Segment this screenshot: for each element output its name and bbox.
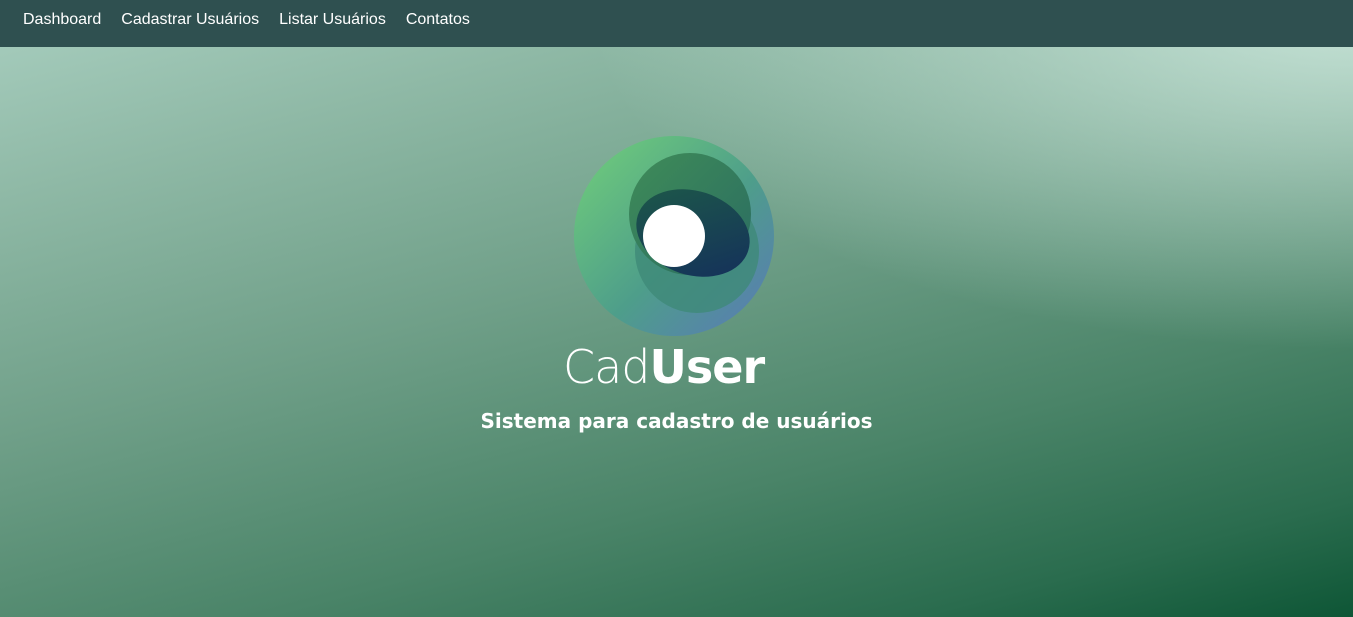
caduser-logo-icon bbox=[574, 136, 774, 336]
nav-link-cadastrar-usuarios[interactable]: Cadastrar Usuários bbox=[111, 0, 269, 29]
logo-text-cad: Cad bbox=[563, 340, 651, 394]
top-navbar: Dashboard Cadastrar Usuários Listar Usuá… bbox=[0, 0, 1353, 47]
nav-link-dashboard[interactable]: Dashboard bbox=[13, 0, 111, 29]
logo-text-user: User bbox=[649, 340, 766, 394]
nav-link-contatos[interactable]: Contatos bbox=[396, 0, 480, 29]
logo-wordmark: CadUser bbox=[563, 340, 766, 394]
tagline: Sistema para cadastro de usuários bbox=[480, 409, 873, 433]
nav-link-listar-usuarios[interactable]: Listar Usuários bbox=[269, 0, 396, 29]
